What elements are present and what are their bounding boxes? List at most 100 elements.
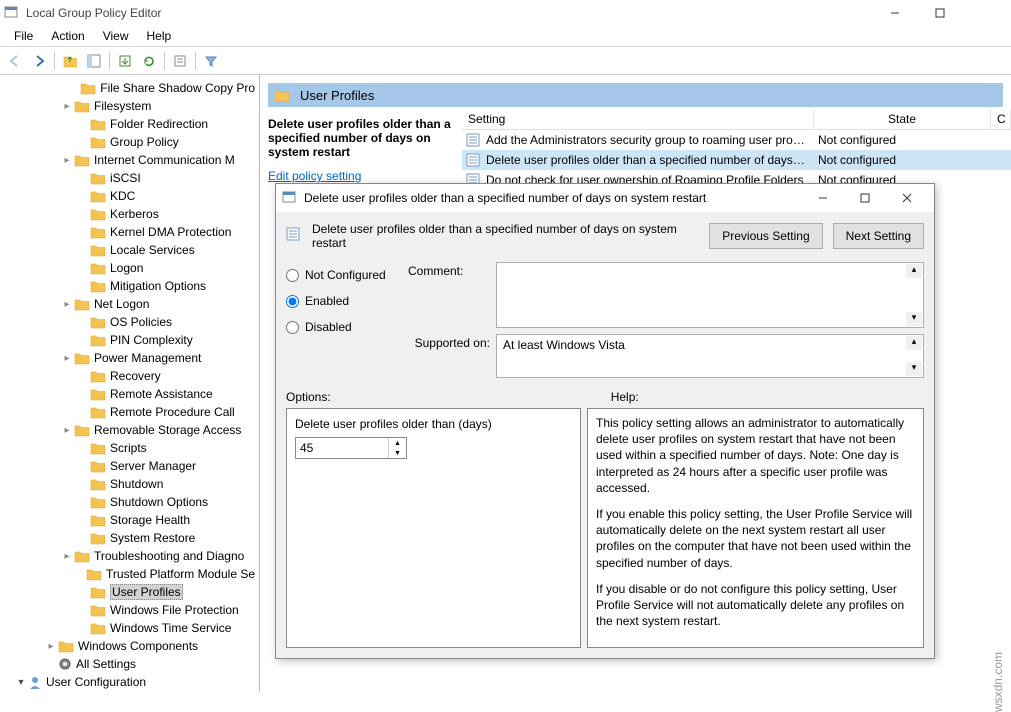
- caret-icon[interactable]: [60, 425, 74, 436]
- tree-item[interactable]: Windows File Protection: [0, 601, 259, 619]
- next-setting-button[interactable]: Next Setting: [833, 223, 924, 249]
- folder-icon: [74, 297, 90, 311]
- col-c[interactable]: C: [991, 109, 1011, 129]
- tree-item[interactable]: Scripts: [0, 439, 259, 457]
- tree-item[interactable]: Group Policy: [0, 133, 259, 151]
- tree-item[interactable]: Remote Procedure Call: [0, 403, 259, 421]
- list-row[interactable]: Delete user profiles older than a specif…: [462, 150, 1011, 170]
- tree-item[interactable]: Locale Services: [0, 241, 259, 259]
- tree-item-label: iSCSI: [110, 171, 141, 185]
- dialog-titlebar[interactable]: Delete user profiles older than a specif…: [276, 184, 934, 212]
- caret-icon[interactable]: [44, 641, 58, 652]
- properties-button[interactable]: [169, 50, 191, 72]
- tree-item[interactable]: Shutdown Options: [0, 493, 259, 511]
- tree-item-label: Kernel DMA Protection: [110, 225, 231, 239]
- folder-icon: [90, 531, 106, 545]
- tree-item[interactable]: Power Management: [0, 349, 259, 367]
- menu-view[interactable]: View: [95, 27, 137, 45]
- tree-item[interactable]: User Configuration: [0, 673, 259, 691]
- days-input[interactable]: [296, 438, 388, 458]
- comment-textarea[interactable]: ▴ ▾: [496, 262, 924, 328]
- minimize-button[interactable]: [872, 2, 917, 24]
- folder-icon: [90, 279, 106, 293]
- tree-item[interactable]: KDC: [0, 187, 259, 205]
- maximize-button[interactable]: [917, 2, 962, 24]
- folder-icon: [74, 99, 90, 113]
- folder-icon: [274, 88, 290, 102]
- scroll-down-icon[interactable]: ▾: [906, 362, 922, 376]
- tree-item-label: Windows Components: [78, 639, 198, 653]
- tree-item[interactable]: PIN Complexity: [0, 331, 259, 349]
- scroll-up-icon[interactable]: ▴: [906, 264, 922, 278]
- comment-label: Comment:: [408, 262, 490, 328]
- folder-icon: [90, 189, 106, 203]
- tree-item[interactable]: File Share Shadow Copy Pro: [0, 79, 259, 97]
- tree-item-label: Remote Procedure Call: [110, 405, 235, 419]
- tree-item-label: Removable Storage Access: [94, 423, 241, 437]
- dialog-close-button[interactable]: [886, 187, 928, 209]
- dialog-minimize-button[interactable]: [802, 187, 844, 209]
- option-field-label: Delete user profiles older than (days): [295, 417, 572, 431]
- tree-item[interactable]: Removable Storage Access: [0, 421, 259, 439]
- radio-not-configured[interactable]: Not Configured: [286, 262, 398, 288]
- scroll-down-icon[interactable]: ▾: [906, 312, 922, 326]
- tree-item[interactable]: User Profiles: [0, 583, 259, 601]
- col-state[interactable]: State: [814, 109, 991, 129]
- dialog-maximize-button[interactable]: [844, 187, 886, 209]
- tree-item[interactable]: Net Logon: [0, 295, 259, 313]
- tree-item[interactable]: iSCSI: [0, 169, 259, 187]
- edit-policy-link[interactable]: Edit policy setting: [268, 169, 361, 183]
- refresh-button[interactable]: [138, 50, 160, 72]
- previous-setting-button[interactable]: Previous Setting: [709, 223, 822, 249]
- col-setting[interactable]: Setting: [462, 109, 814, 129]
- menu-action[interactable]: Action: [43, 27, 92, 45]
- tree-item[interactable]: Kerberos: [0, 205, 259, 223]
- days-spinner[interactable]: ▲ ▼: [295, 437, 407, 459]
- caret-icon[interactable]: [60, 101, 74, 112]
- export-button[interactable]: [114, 50, 136, 72]
- tree-item[interactable]: Mitigation Options: [0, 277, 259, 295]
- spin-up-button[interactable]: ▲: [389, 438, 406, 448]
- help-box: This policy setting allows an administra…: [587, 408, 924, 648]
- tree-item[interactable]: Server Manager: [0, 457, 259, 475]
- tree-item[interactable]: Shutdown: [0, 475, 259, 493]
- caret-icon[interactable]: [14, 677, 28, 688]
- tree-item[interactable]: Windows Components: [0, 637, 259, 655]
- menu-file[interactable]: File: [6, 27, 41, 45]
- folder-icon: [90, 495, 106, 509]
- tree-item-label: Net Logon: [94, 297, 149, 311]
- tree-item[interactable]: Troubleshooting and Diagno: [0, 547, 259, 565]
- tree-item[interactable]: System Restore: [0, 529, 259, 547]
- tree-item[interactable]: Kernel DMA Protection: [0, 223, 259, 241]
- radio-enabled[interactable]: Enabled: [286, 288, 398, 314]
- tree-item[interactable]: All Settings: [0, 655, 259, 673]
- tree-item[interactable]: Trusted Platform Module Se: [0, 565, 259, 583]
- list-row[interactable]: Add the Administrators security group to…: [462, 130, 1011, 150]
- tree-item[interactable]: Internet Communication M: [0, 151, 259, 169]
- tree-item[interactable]: Folder Redirection: [0, 115, 259, 133]
- tree-pane[interactable]: File Share Shadow Copy ProFilesystemFold…: [0, 75, 260, 692]
- tree-item[interactable]: Remote Assistance: [0, 385, 259, 403]
- spin-down-button[interactable]: ▼: [389, 448, 406, 458]
- caret-icon[interactable]: [60, 299, 74, 310]
- scroll-up-icon[interactable]: ▴: [906, 336, 922, 350]
- tree-item[interactable]: OS Policies: [0, 313, 259, 331]
- menu-help[interactable]: Help: [139, 27, 180, 45]
- caret-icon[interactable]: [60, 551, 74, 562]
- caret-icon[interactable]: [60, 353, 74, 364]
- tree-item[interactable]: Recovery: [0, 367, 259, 385]
- show-hide-tree-button[interactable]: [83, 50, 105, 72]
- caret-icon[interactable]: [60, 155, 74, 166]
- tree-item[interactable]: Storage Health: [0, 511, 259, 529]
- forward-button[interactable]: [28, 50, 50, 72]
- tree-item[interactable]: Logon: [0, 259, 259, 277]
- back-button[interactable]: [4, 50, 26, 72]
- tree-item-label: Windows Time Service: [110, 621, 231, 635]
- filter-button[interactable]: [200, 50, 222, 72]
- up-button[interactable]: [59, 50, 81, 72]
- tree-item[interactable]: Filesystem: [0, 97, 259, 115]
- radio-disabled[interactable]: Disabled: [286, 314, 398, 340]
- folder-icon: [90, 243, 106, 257]
- details-header-text: User Profiles: [300, 88, 374, 103]
- tree-item[interactable]: Windows Time Service: [0, 619, 259, 637]
